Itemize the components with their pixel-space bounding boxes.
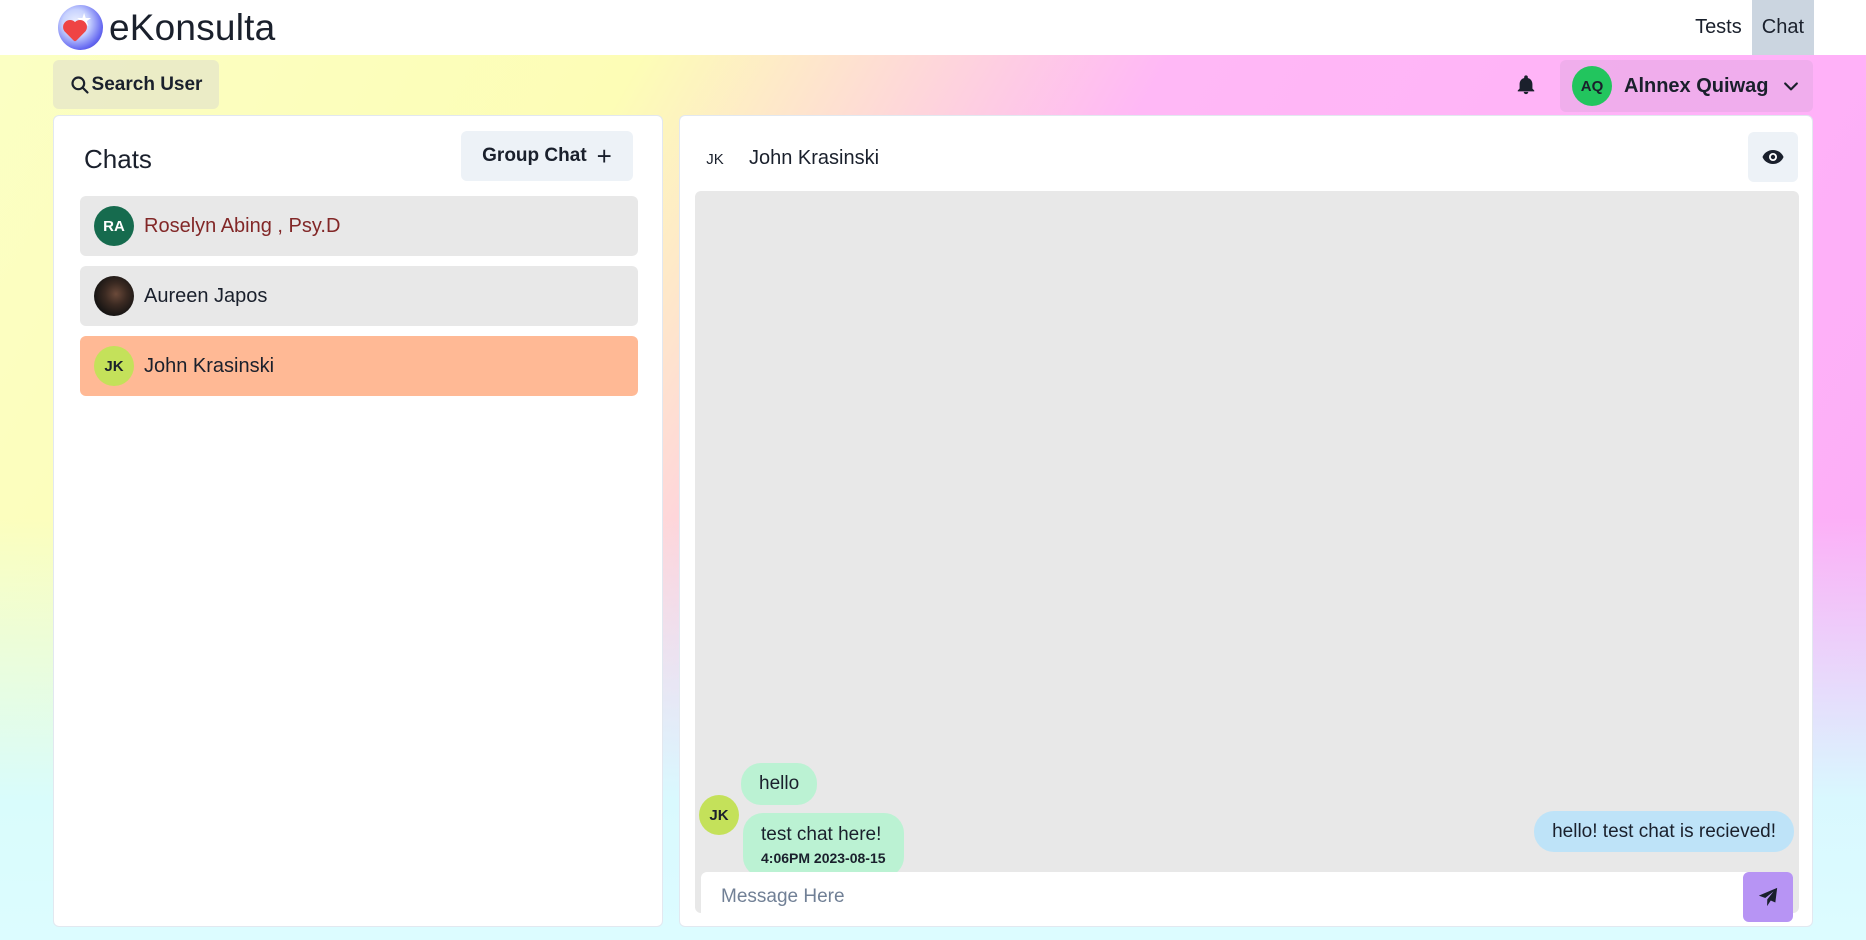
chevron-down-icon — [1784, 82, 1798, 91]
nav-tests[interactable]: Tests — [1685, 0, 1752, 55]
chats-panel: Chats Group Chat + RA Roselyn Abing , Ps… — [53, 115, 663, 927]
conversation-panel: JK John Krasinski hello JK test chat her… — [679, 115, 1813, 927]
chat-item-roselyn-abing[interactable]: RA Roselyn Abing , Psy.D — [80, 196, 638, 256]
chats-title: Chats — [84, 144, 152, 174]
message-bubble: hello — [741, 763, 818, 805]
search-icon — [70, 75, 89, 94]
avatar — [94, 276, 134, 316]
message-text: hello! test chat is recieved! — [1552, 820, 1776, 842]
plus-icon: + — [596, 141, 612, 171]
chat-item-name: John Krasinski — [144, 354, 275, 377]
message-input[interactable] — [701, 872, 1743, 922]
chat-item-aureen-japos[interactable]: Aureen Japos — [80, 266, 638, 326]
message-text: test chat here! — [761, 824, 882, 845]
chat-item-john-krasinski[interactable]: JK John Krasinski — [80, 336, 638, 396]
view-profile-button[interactable] — [1748, 132, 1798, 182]
user-menu-button[interactable]: AQ Alnnex Quiwag — [1560, 60, 1813, 112]
chat-item-name: Aureen Japos — [144, 284, 268, 307]
search-user-label: Search User — [91, 73, 203, 95]
send-button[interactable] — [1743, 872, 1793, 922]
eye-icon — [1762, 150, 1784, 164]
user-name: Alnnex Quiwag — [1624, 74, 1769, 97]
message-bubble-outgoing: hello! test chat is recieved! — [1534, 811, 1794, 852]
nav-chat[interactable]: Chat — [1751, 0, 1814, 55]
avatar: RA — [94, 206, 134, 246]
message-timestamp: 4:06PM 2023-08-15 — [761, 850, 886, 866]
chat-item-name: Roselyn Abing , Psy.D — [144, 214, 341, 237]
message-bubble: test chat here! 4:06PM 2023-08-15 — [743, 813, 904, 877]
send-icon — [1758, 887, 1778, 907]
nav-links: Tests Chat — [1685, 0, 1814, 55]
brand-name: eKonsulta — [109, 6, 276, 48]
message-area[interactable]: hello JK test chat here! 4:06PM 2023-08-… — [695, 191, 1799, 922]
conversation-title: John Krasinski — [749, 147, 880, 169]
avatar: JK — [94, 346, 134, 386]
group-chat-button[interactable]: Group Chat + — [461, 131, 633, 181]
user-avatar: AQ — [1572, 66, 1612, 106]
bell-icon[interactable] — [1515, 74, 1537, 96]
message-avatar: JK — [699, 795, 739, 835]
message-composer — [701, 872, 1793, 922]
ekonsulta-logo-icon: ★ — [58, 5, 103, 50]
search-user-button[interactable]: Search User — [53, 60, 219, 109]
message-text: hello — [759, 773, 800, 794]
conversation-avatar: JK — [698, 142, 732, 176]
group-chat-label: Group Chat — [482, 145, 587, 166]
top-navbar: ★ eKonsulta Tests Chat — [0, 0, 1866, 55]
brand[interactable]: ★ eKonsulta — [58, 5, 275, 50]
